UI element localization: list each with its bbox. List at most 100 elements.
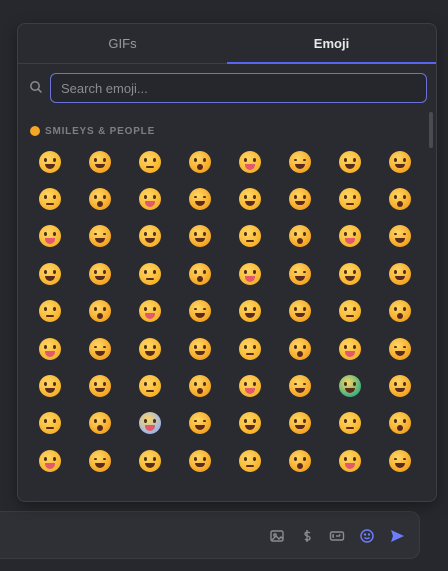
emoji-button[interactable] — [225, 367, 275, 404]
emoji-button[interactable] — [275, 293, 325, 330]
emoji-button[interactable] — [125, 330, 175, 367]
knocked-out-icon — [239, 412, 261, 435]
emoji-button[interactable] — [75, 218, 125, 255]
emoji-button[interactable] — [75, 180, 125, 217]
emoji-button[interactable] — [325, 405, 375, 442]
emoji-button[interactable] — [275, 218, 325, 255]
emoji-button[interactable] — [25, 255, 75, 292]
emoji-button[interactable] — [375, 330, 425, 367]
emoji-button[interactable] — [375, 180, 425, 217]
sunglasses-face-icon — [139, 449, 161, 472]
emoji-button[interactable] — [375, 255, 425, 292]
open-eyes-hand-over-mouth-icon — [39, 300, 61, 323]
emoji-button[interactable] — [225, 330, 275, 367]
yum-face-icon — [389, 225, 411, 248]
melting-face-icon — [139, 188, 161, 211]
emoji-button[interactable] — [125, 143, 175, 180]
emoji-button[interactable] — [375, 442, 425, 479]
exploding-head-icon — [289, 412, 311, 435]
monocle-face-icon — [239, 449, 261, 472]
emoji-button[interactable] — [325, 143, 375, 180]
squinting-tongue-icon — [189, 262, 211, 285]
emoji-button[interactable] — [175, 218, 225, 255]
emoji-button[interactable] — [225, 405, 275, 442]
emoji-button[interactable] — [75, 367, 125, 404]
emoji-button[interactable] — [125, 367, 175, 404]
image-icon[interactable] — [267, 526, 287, 546]
cowboy-face-icon — [339, 412, 361, 435]
emoji-button[interactable] — [125, 405, 175, 442]
emoji-button[interactable] — [325, 367, 375, 404]
emoji-button[interactable] — [75, 255, 125, 292]
emoji-button[interactable] — [75, 330, 125, 367]
emoji-button[interactable] — [275, 255, 325, 292]
gif-icon[interactable] — [327, 526, 347, 546]
dollar-icon[interactable] — [297, 526, 317, 546]
tab-emoji[interactable]: Emoji — [227, 24, 436, 64]
emoji-button[interactable] — [175, 255, 225, 292]
emoji-button[interactable] — [75, 405, 125, 442]
emoji-button[interactable] — [225, 143, 275, 180]
kissing-face-icon — [139, 225, 161, 248]
search-input[interactable] — [50, 73, 427, 103]
emoji-button[interactable] — [275, 330, 325, 367]
emoji-button[interactable] — [175, 293, 225, 330]
emoji-button[interactable] — [275, 405, 325, 442]
emoji-button[interactable] — [325, 180, 375, 217]
emoji-button[interactable] — [275, 367, 325, 404]
emoji-button[interactable] — [275, 143, 325, 180]
emoji-button[interactable] — [25, 330, 75, 367]
emoji-button[interactable] — [325, 218, 375, 255]
emoji-button[interactable] — [125, 442, 175, 479]
emoji-button[interactable] — [75, 293, 125, 330]
emoji-button[interactable] — [325, 293, 375, 330]
emoji-button[interactable] — [125, 255, 175, 292]
emoji-button[interactable] — [175, 367, 225, 404]
emoji-button[interactable] — [175, 442, 225, 479]
emoji-button[interactable] — [375, 218, 425, 255]
emoji-button[interactable] — [225, 218, 275, 255]
emoji-button[interactable] — [325, 330, 375, 367]
emoji-button[interactable] — [275, 442, 325, 479]
emoji-button[interactable] — [125, 180, 175, 217]
emoji-button[interactable] — [175, 180, 225, 217]
emoji-button[interactable] — [175, 330, 225, 367]
emoji-grid — [25, 143, 425, 480]
head-bandage-icon — [289, 375, 311, 398]
emoji-button[interactable] — [25, 143, 75, 180]
raised-eyebrow-icon — [289, 300, 311, 323]
tab-gifs[interactable]: GIFs — [18, 24, 227, 63]
emoji-button[interactable] — [125, 293, 175, 330]
emoji-button[interactable] — [25, 405, 75, 442]
emoji-button[interactable] — [375, 143, 425, 180]
emoji-button[interactable] — [325, 255, 375, 292]
emoji-button[interactable] — [75, 143, 125, 180]
scrollbar[interactable] — [429, 112, 433, 148]
emoji-button[interactable] — [225, 180, 275, 217]
dotted-line-face-icon — [39, 337, 61, 360]
emoji-button[interactable] — [25, 218, 75, 255]
emoji-button[interactable] — [25, 180, 75, 217]
emoji-button[interactable] — [375, 293, 425, 330]
emoji-button[interactable] — [75, 442, 125, 479]
emoji-picker: GIFs Emoji SMILEYS & PEOPLE — [17, 23, 437, 502]
emoji-button[interactable] — [175, 143, 225, 180]
emoji-button[interactable] — [125, 218, 175, 255]
emoji-icon[interactable] — [357, 526, 377, 546]
emoji-button[interactable] — [375, 367, 425, 404]
emoji-button[interactable] — [325, 442, 375, 479]
message-composer[interactable] — [0, 511, 420, 559]
emoji-button[interactable] — [375, 405, 425, 442]
send-icon[interactable] — [387, 526, 407, 546]
emoji-button[interactable] — [25, 442, 75, 479]
emoji-button[interactable] — [225, 442, 275, 479]
emoji-button[interactable] — [225, 293, 275, 330]
emoji-button[interactable] — [275, 180, 325, 217]
emoji-button[interactable] — [225, 255, 275, 292]
emoji-button[interactable] — [25, 367, 75, 404]
emoji-button[interactable] — [25, 293, 75, 330]
emoji-button[interactable] — [175, 405, 225, 442]
partying-face-icon — [39, 449, 61, 472]
unamused-face-icon — [139, 337, 161, 360]
blowing-kiss-icon — [89, 225, 111, 248]
